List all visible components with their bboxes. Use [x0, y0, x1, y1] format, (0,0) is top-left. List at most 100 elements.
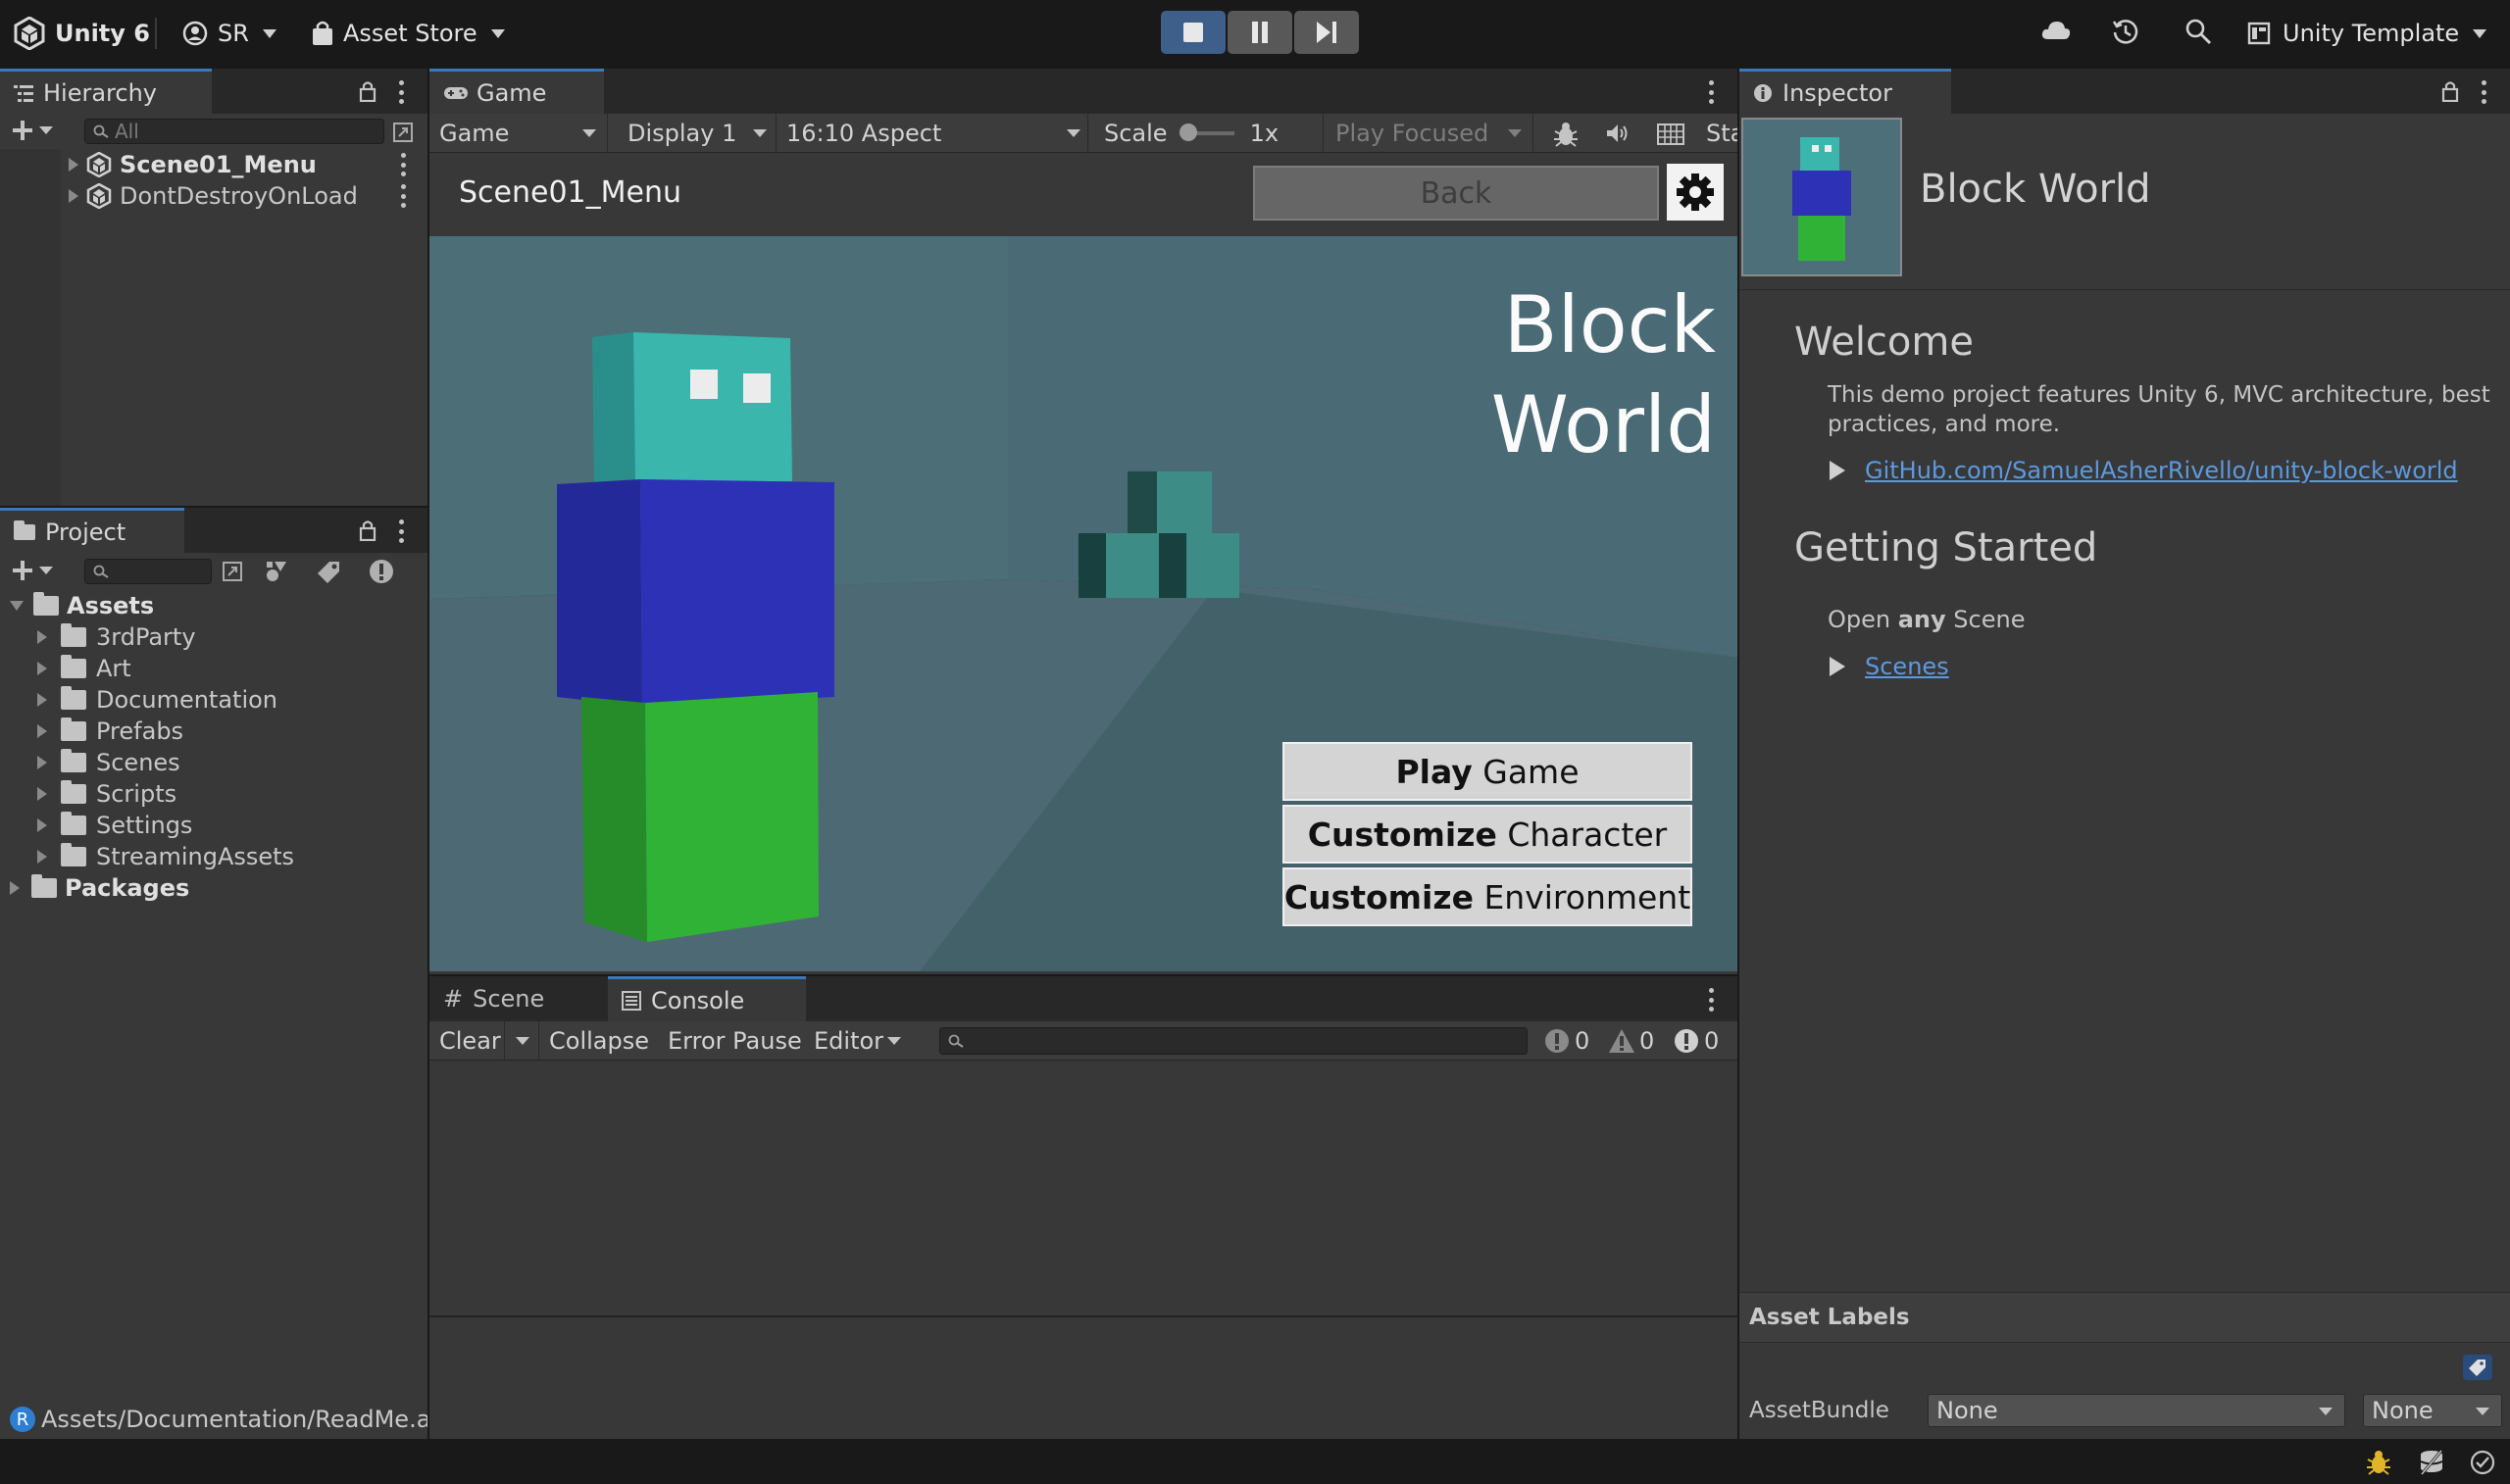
search-by-type-icon[interactable]: [222, 561, 243, 582]
expand-arrow-icon[interactable]: [37, 787, 47, 801]
unity-menu[interactable]: Unity 6: [14, 14, 150, 53]
tree-item-packages[interactable]: Packages: [0, 872, 189, 904]
tab-project[interactable]: Project: [0, 508, 184, 553]
warning-count-toggle[interactable]: 0: [1602, 1021, 1665, 1061]
aspect-dropdown[interactable]: 16:10 Aspect: [777, 114, 1088, 153]
panel-menu-icon[interactable]: [398, 80, 404, 104]
console-log-list[interactable]: [429, 1061, 1737, 1317]
history-icon[interactable]: [2112, 18, 2139, 45]
back-button[interactable]: Back: [1253, 166, 1659, 221]
tree-item-art[interactable]: Art: [0, 653, 131, 684]
scale-slider-track[interactable]: [1179, 124, 1234, 141]
console-detail-area[interactable]: [429, 1319, 1737, 1439]
expand-arrow-icon[interactable]: [37, 630, 47, 644]
display-dropdown[interactable]: Display 1: [608, 114, 777, 153]
warning-filter-icon[interactable]: [369, 559, 394, 584]
hierarchy-search-input[interactable]: All: [84, 119, 384, 144]
layout-icon: [2247, 22, 2271, 45]
create-dropdown[interactable]: [12, 560, 53, 581]
panel-menu-icon[interactable]: [2481, 80, 2486, 104]
assetbundle-dropdown[interactable]: None: [1928, 1394, 2345, 1427]
layout-dropdown[interactable]: Unity Template: [2247, 14, 2487, 53]
scenes-link[interactable]: Scenes: [1865, 653, 1949, 680]
scene-visibility-icon[interactable]: [392, 122, 414, 143]
expand-arrow-icon[interactable]: [69, 189, 78, 203]
expand-arrow-icon[interactable]: [37, 818, 47, 832]
chevron-down-icon[interactable]: [516, 1037, 529, 1045]
clear-button[interactable]: Clear: [429, 1021, 539, 1061]
tree-item-scenes[interactable]: Scenes: [0, 747, 180, 778]
error-count-toggle[interactable]: 0: [1667, 1021, 1730, 1061]
scale-slider[interactable]: Scale 1x: [1088, 114, 1324, 153]
github-link-row[interactable]: GitHub.com/SamuelAsherRivello/unity-bloc…: [1830, 457, 2458, 484]
expand-arrow-icon[interactable]: [37, 756, 47, 769]
tab-inspector[interactable]: Inspector: [1739, 69, 1951, 114]
expand-arrow-icon[interactable]: [37, 850, 47, 864]
progress-check-icon[interactable]: [2469, 1449, 2496, 1476]
scenes-link-row[interactable]: Scenes: [1830, 653, 1949, 680]
label-tag-icon[interactable]: [318, 560, 341, 583]
tree-item-settings[interactable]: Settings: [0, 810, 192, 841]
cache-server-icon[interactable]: [2418, 1449, 2445, 1476]
tree-item-scripts[interactable]: Scripts: [0, 778, 176, 810]
tab-hierarchy[interactable]: Hierarchy: [0, 69, 212, 114]
panel-menu-icon[interactable]: [1708, 988, 1714, 1012]
lock-icon[interactable]: [359, 80, 376, 102]
lock-icon[interactable]: [2441, 80, 2459, 102]
project-search-input[interactable]: [84, 559, 212, 584]
panel-menu-icon[interactable]: [398, 519, 404, 543]
tab-scene[interactable]: # Scene: [429, 976, 606, 1021]
play-focused-dropdown[interactable]: Play Focused: [1324, 114, 1533, 153]
folder-icon: [61, 812, 86, 835]
editor-dropdown[interactable]: Editor: [814, 1021, 902, 1061]
open-text-1: Open: [1828, 606, 1898, 633]
tree-item-streamingassets[interactable]: StreamingAssets: [0, 841, 294, 872]
console-search-input[interactable]: [939, 1027, 1528, 1055]
settings-button[interactable]: [1667, 164, 1724, 221]
label-tag-icon[interactable]: [2463, 1355, 2492, 1380]
search-icon[interactable]: [2184, 18, 2212, 45]
tab-console[interactable]: Console: [608, 976, 806, 1021]
play-game-button[interactable]: Play Game: [1282, 742, 1692, 801]
play-button[interactable]: [1161, 11, 1226, 54]
row-menu-icon[interactable]: [400, 153, 406, 176]
bug-icon[interactable]: [1553, 122, 1579, 147]
expand-arrow-icon[interactable]: [37, 662, 47, 675]
tree-item-documentation[interactable]: Documentation: [0, 684, 277, 716]
pause-button[interactable]: [1228, 11, 1292, 54]
tree-item-prefabs[interactable]: Prefabs: [0, 716, 183, 747]
expand-arrow-icon[interactable]: [10, 601, 24, 611]
customize-environment-button[interactable]: Customize Environment: [1282, 867, 1692, 926]
game-view[interactable]: Scene01_Menu Back Block World Play Game …: [429, 154, 1737, 971]
customize-character-button[interactable]: Customize Character: [1282, 805, 1692, 864]
error-pause-toggle[interactable]: Error Pause: [668, 1027, 802, 1055]
hierarchy-row-scene[interactable]: Scene01_Menu: [0, 149, 427, 180]
stats-button[interactable]: Sta: [1706, 120, 1737, 147]
hierarchy-row-dontdestroy[interactable]: DontDestroyOnLoad: [0, 180, 427, 212]
tree-item-3rdparty[interactable]: 3rdParty: [0, 621, 196, 653]
view-dropdown[interactable]: Game: [429, 114, 608, 153]
expand-arrow-icon[interactable]: [10, 881, 20, 895]
expand-arrow-icon[interactable]: [69, 158, 78, 172]
account-dropdown[interactable]: SR: [182, 14, 276, 53]
scale-slider-handle[interactable]: [1179, 124, 1197, 141]
cloud-icon[interactable]: [2041, 20, 2071, 41]
asset-store-dropdown[interactable]: Asset Store: [312, 14, 505, 53]
log-count-toggle[interactable]: 0: [1537, 1021, 1600, 1061]
expand-arrow-icon[interactable]: [37, 724, 47, 738]
gizmos-grid-icon[interactable]: [1657, 124, 1684, 145]
panel-menu-icon[interactable]: [1708, 80, 1714, 104]
variant-dropdown[interactable]: None: [2363, 1394, 2502, 1427]
tab-game[interactable]: Game: [429, 69, 604, 114]
row-menu-icon[interactable]: [400, 184, 406, 208]
expand-arrow-icon[interactable]: [37, 693, 47, 707]
lock-icon[interactable]: [359, 519, 376, 541]
create-dropdown[interactable]: [12, 120, 53, 141]
bug-report-icon[interactable]: [2365, 1449, 2392, 1476]
step-button[interactable]: [1294, 11, 1359, 54]
filter-by-type-icon[interactable]: [265, 560, 288, 583]
tree-item-assets[interactable]: Assets: [0, 590, 154, 621]
collapse-toggle[interactable]: Collapse: [549, 1027, 649, 1055]
github-link[interactable]: GitHub.com/SamuelAsherRivello/unity-bloc…: [1865, 457, 2458, 484]
audio-icon[interactable]: [1606, 124, 1630, 143]
